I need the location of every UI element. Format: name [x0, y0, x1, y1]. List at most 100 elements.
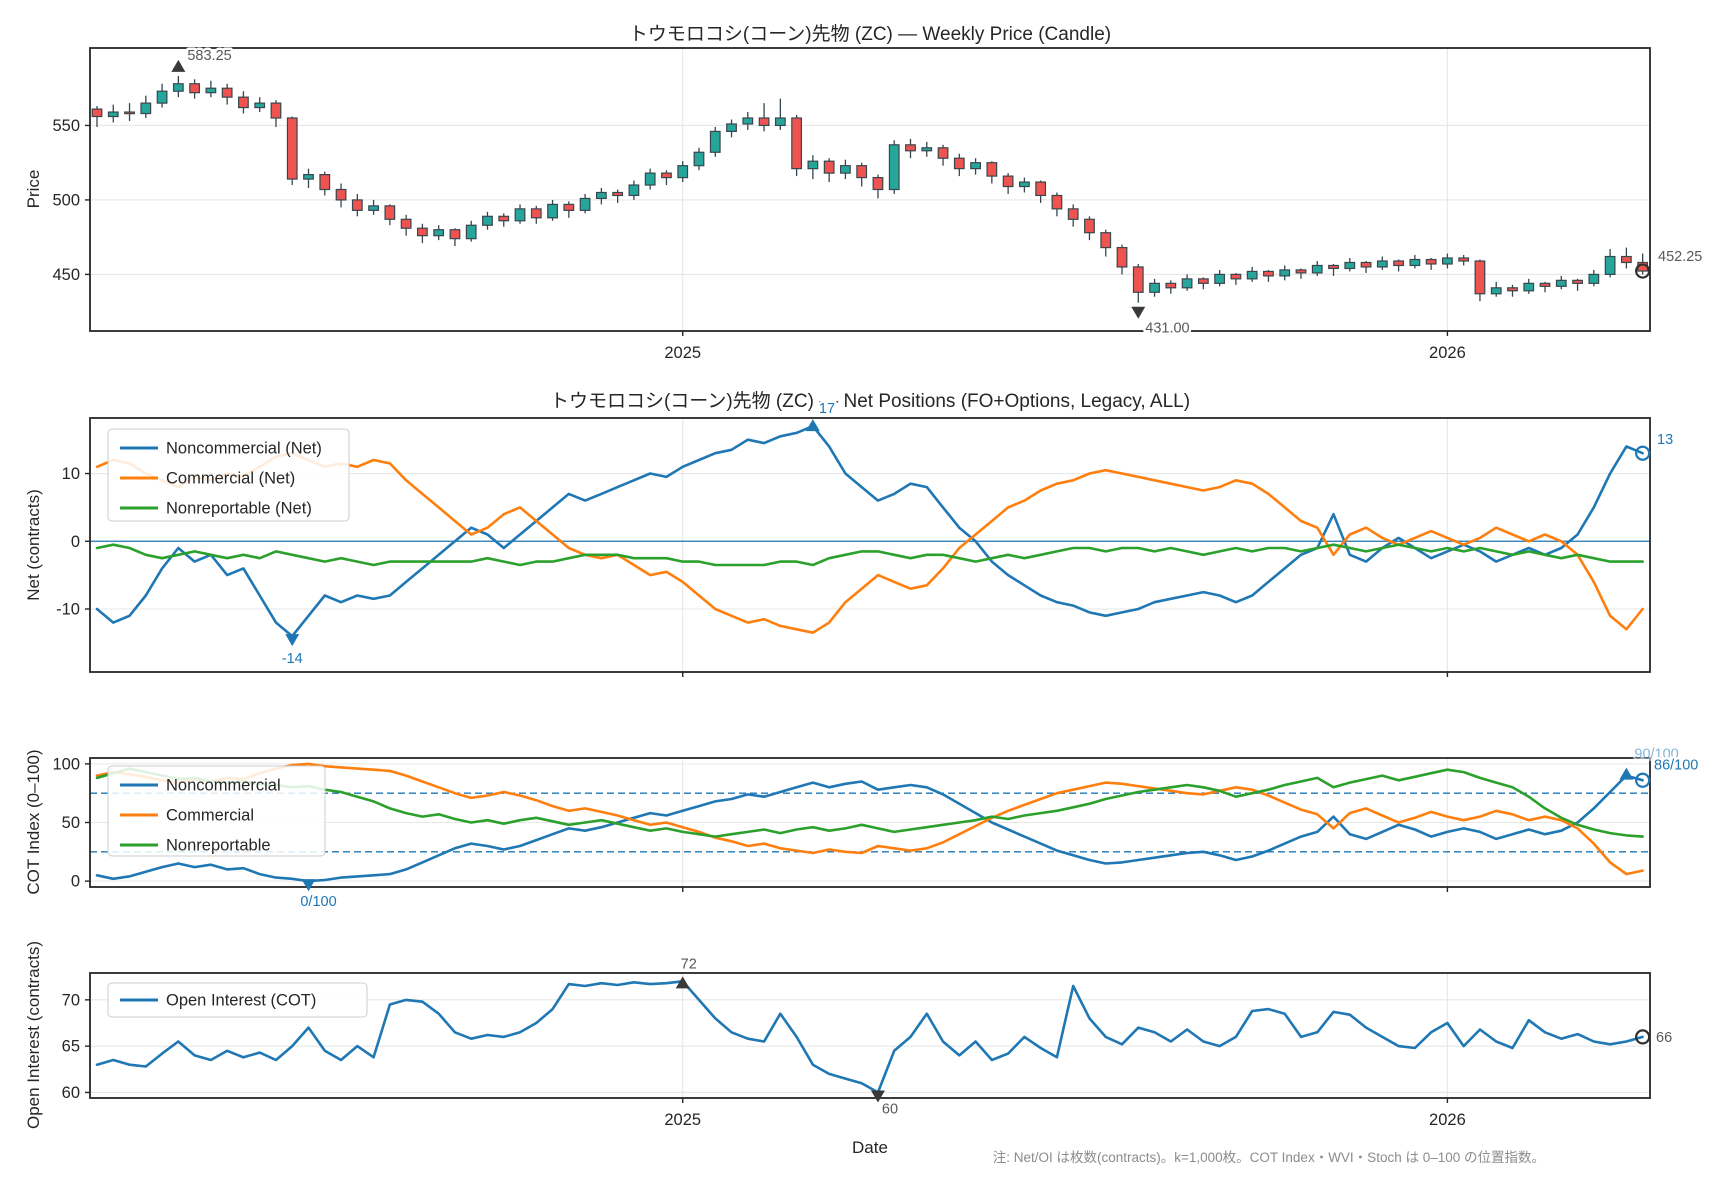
candle-up [206, 88, 216, 92]
candle-down [531, 209, 541, 218]
candle-down [1036, 182, 1046, 195]
candle-down [287, 118, 297, 179]
candle-down [401, 219, 411, 228]
figure-svg: 45050055020252026583.25431.00452.25-1001… [0, 0, 1728, 1180]
high-marker [171, 60, 185, 72]
candle-up [466, 225, 476, 238]
candle-down [613, 192, 623, 195]
legend-item-label: Nonreportable [166, 837, 271, 855]
last-annotation: 452.25 [1658, 249, 1702, 265]
candle-up [694, 152, 704, 165]
candle-down [1068, 209, 1078, 219]
candle-up [841, 166, 851, 173]
candle-up [580, 198, 590, 210]
candle-up [1524, 283, 1534, 290]
candle-down [1296, 270, 1306, 273]
legend-item-label: Nonreportable (Net) [166, 500, 312, 518]
min-annotation: 0/100 [300, 894, 336, 910]
low-annotation: 431.00 [1145, 321, 1189, 337]
candle-down [222, 88, 232, 97]
candle-down [873, 178, 883, 190]
y-tick-label: 70 [62, 991, 80, 1009]
candle-up [1443, 258, 1453, 264]
candle-up [1345, 262, 1355, 268]
candle-down [1508, 288, 1518, 291]
candle-down [1622, 257, 1632, 263]
y-tick-label: 100 [52, 755, 80, 773]
y-tick-label: 500 [52, 191, 80, 209]
candle-up [1280, 270, 1290, 276]
candle-up [255, 103, 265, 107]
candle-down [92, 109, 102, 116]
candle-up [1589, 274, 1599, 283]
candle-up [1410, 260, 1420, 266]
candle-down [1052, 195, 1062, 208]
candle-up [1182, 279, 1192, 288]
candle-down [1394, 261, 1404, 265]
candle-down [824, 161, 834, 173]
candle-down [385, 206, 395, 219]
candle-up [1491, 288, 1501, 294]
chart-4-line: 60657020252026Open Interest (COT)726066 [62, 956, 1673, 1129]
y-tick-label: 0 [71, 873, 80, 891]
candle-down [662, 173, 672, 177]
min-annotation: -14 [282, 651, 303, 667]
candle-down [1573, 280, 1583, 283]
candle-down [1329, 265, 1339, 268]
candle-up [548, 204, 558, 217]
candle-up [1557, 280, 1567, 286]
candle-down [1199, 279, 1209, 283]
candle-down [1475, 261, 1485, 294]
candle-up [808, 161, 818, 168]
max-marker [806, 419, 820, 431]
series-line-nonreportable [97, 769, 1643, 837]
candle-down [271, 103, 281, 118]
candle-up [483, 216, 493, 225]
candle-up [141, 103, 151, 113]
y-tick-label: 0 [71, 533, 80, 551]
y-tick-label: 65 [62, 1038, 80, 1056]
candle-up [174, 84, 184, 91]
candle-down [1540, 283, 1550, 286]
candle-down [1133, 267, 1143, 292]
y-tick-label: 550 [52, 117, 80, 135]
x-tick-label: 2025 [664, 1111, 701, 1129]
y-tick-label: 450 [52, 266, 80, 284]
cot-dashboard: トウモロコシ(コーン)先物 (ZC) — Weekly Price (Candl… [0, 0, 1728, 1180]
legend-item-label: Commercial [166, 807, 254, 825]
series-line-commercial [97, 764, 1643, 874]
candle-up [1020, 182, 1030, 186]
chart-3-line: 050100NoncommercialCommercialNonreportab… [52, 747, 1698, 911]
candle-up [710, 131, 720, 152]
candle-down [418, 228, 428, 235]
series-line-nonreportable-net [97, 545, 1643, 565]
candle-up [1605, 257, 1615, 275]
candle-up [645, 173, 655, 185]
candle-up [304, 175, 314, 179]
candle-up [157, 91, 167, 103]
legend-item-label: Noncommercial (Net) [166, 440, 322, 458]
candle-down [320, 175, 330, 190]
min-annotation: 60 [882, 1101, 898, 1117]
candle-up [108, 112, 118, 116]
candle-up [678, 166, 688, 178]
x-tick-label: 2026 [1429, 344, 1466, 362]
min-marker [302, 879, 316, 891]
candle-down [239, 97, 249, 107]
max-annotation: 17 [819, 401, 835, 417]
candle-down [1459, 258, 1469, 261]
candle-down [987, 163, 997, 176]
low-marker [1131, 307, 1145, 319]
candle-down [336, 190, 346, 200]
last-annotation: 86/100 [1654, 757, 1698, 773]
last-annotation: 66 [1656, 1030, 1672, 1046]
candle-down [938, 148, 948, 158]
legend-item-label: Commercial (Net) [166, 470, 295, 488]
x-tick-label: 2026 [1429, 1111, 1466, 1129]
last-annotation: 13 [1657, 432, 1673, 448]
candle-down [1264, 271, 1274, 275]
candle-up [597, 192, 607, 198]
candle-down [499, 216, 509, 220]
candle-up [1215, 274, 1225, 283]
candle-up [1247, 271, 1257, 278]
